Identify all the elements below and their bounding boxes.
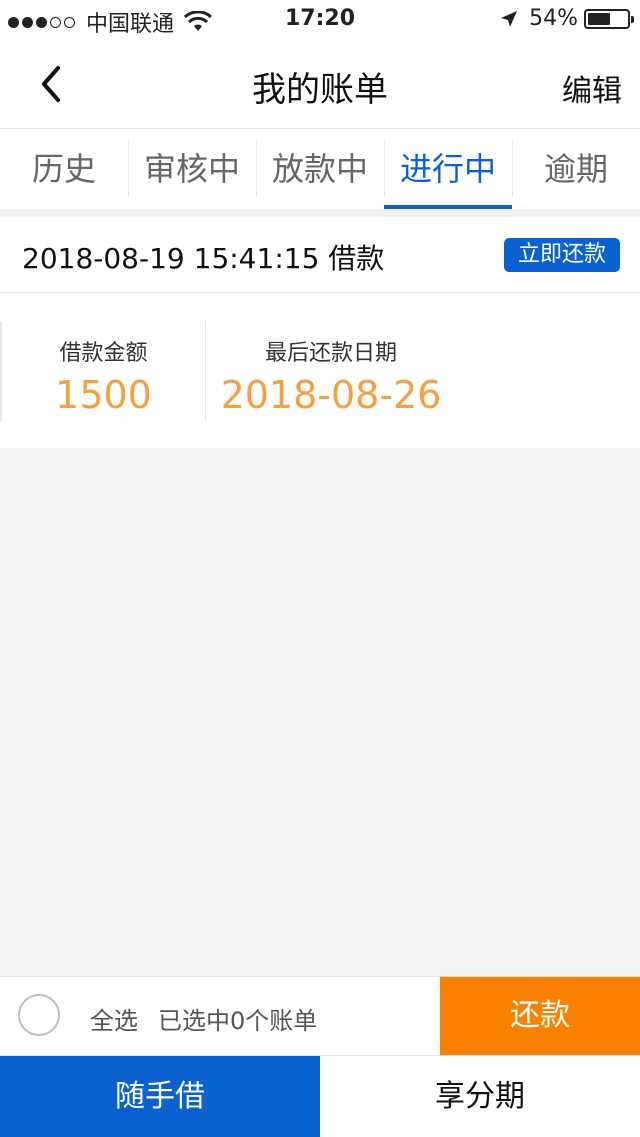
battery-icon	[584, 8, 634, 29]
tab-overdue[interactable]: 逾期	[512, 129, 640, 209]
loan-amount-column: 借款金额 1500	[2, 321, 206, 421]
select-all-label[interactable]: 全选	[90, 1001, 138, 1036]
repay-now-button[interactable]: 立即还款	[503, 238, 620, 272]
due-date-column: 最后还款日期 2018-08-26	[206, 321, 456, 421]
page-title: 我的账单	[252, 70, 388, 110]
location-arrow-icon	[501, 10, 518, 27]
bottom-tab-bar: 随手借 享分期	[0, 1055, 640, 1137]
repay-button[interactable]: 还款	[440, 977, 640, 1055]
tab-reviewing[interactable]: 审核中	[128, 129, 256, 209]
select-all-radio[interactable]	[18, 994, 60, 1036]
bill-details: 借款金额 1500 最后还款日期 2018-08-26	[0, 293, 640, 448]
due-date-value: 2018-08-26	[220, 373, 442, 417]
tab-history[interactable]: 历史	[0, 129, 128, 209]
tab-disbursing[interactable]: 放款中	[256, 129, 384, 209]
selected-count-text: 已选中0个账单	[158, 1007, 318, 1035]
nav-bar: 我的账单 编辑	[0, 40, 640, 129]
due-date-label: 最后还款日期	[264, 341, 397, 366]
status-bar: 中国联通 17:20 54%	[0, 0, 640, 40]
edit-button[interactable]: 编辑	[562, 66, 622, 110]
loan-amount-label: 借款金额	[59, 341, 148, 366]
action-bar: 全选 已选中0个账单 还款	[0, 976, 640, 1055]
tabs-divider	[0, 209, 640, 217]
tab-in-progress[interactable]: 进行中	[384, 129, 512, 209]
status-right: 54%	[499, 6, 634, 31]
bill-datetime: 2018-08-19 15:41:15 借款	[22, 242, 385, 275]
bill-header: 2018-08-19 15:41:15 借款 立即还款	[0, 217, 640, 293]
battery-percent: 54%	[529, 6, 578, 31]
loan-amount-value: 1500	[55, 373, 152, 417]
bottom-tab-quick-loan[interactable]: 随手借	[0, 1056, 320, 1137]
bottom-tab-installment[interactable]: 享分期	[320, 1056, 640, 1137]
status-tabs: 历史 审核中 放款中 进行中 逾期	[0, 129, 640, 209]
